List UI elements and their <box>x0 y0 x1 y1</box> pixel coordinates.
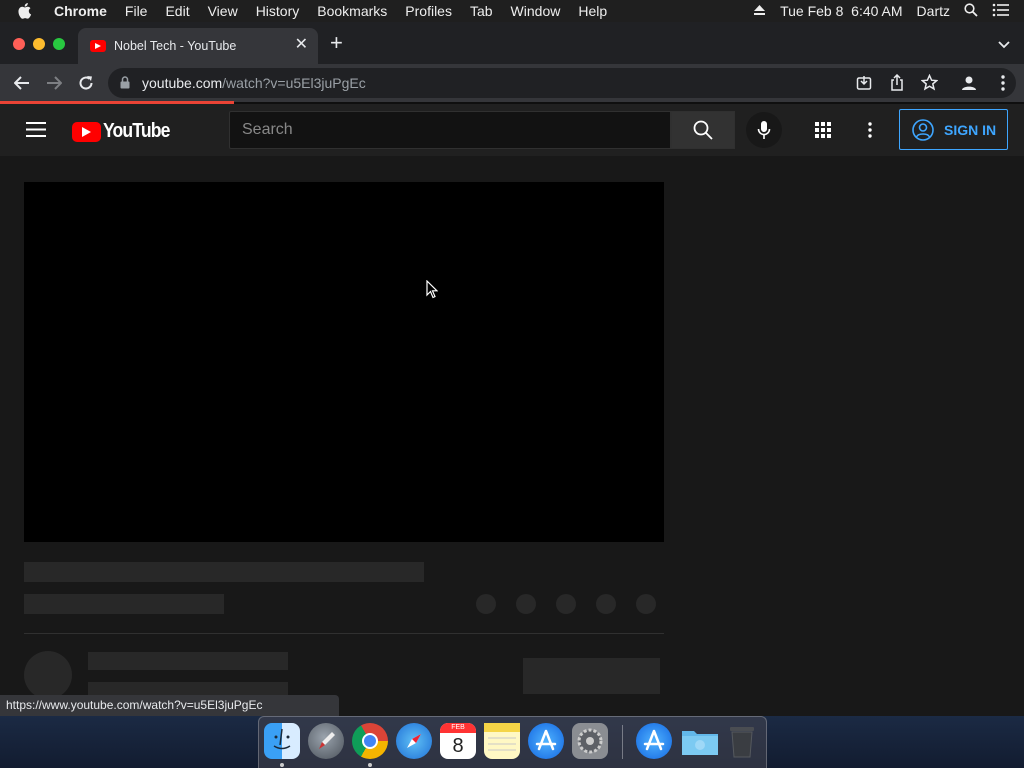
search-field-container <box>229 111 671 149</box>
tab-close-icon[interactable]: ✕ <box>295 37 308 53</box>
youtube-logo-icon <box>72 121 101 142</box>
menu-profiles[interactable]: Profiles <box>405 3 452 19</box>
url-host: youtube.com <box>142 75 223 91</box>
address-url: youtube.com/watch?v=u5El3juPgEc <box>142 75 366 91</box>
app-store-icon[interactable] <box>528 723 564 759</box>
menu-bookmarks[interactable]: Bookmarks <box>317 3 387 19</box>
mouse-cursor-icon <box>426 279 439 304</box>
search-button[interactable] <box>671 111 735 149</box>
browser-tab-strip: Nobel Tech - YouTube ✕ + <box>0 22 1024 64</box>
microphone-icon <box>757 120 771 140</box>
mac-menubar: Chrome File Edit View History Bookmarks … <box>0 0 1024 22</box>
youtube-page: YouTube SIGN IN <box>0 104 1024 716</box>
safari-icon[interactable] <box>396 723 432 759</box>
tab-title: Nobel Tech - YouTube <box>114 39 237 53</box>
voice-search-button[interactable] <box>746 112 782 148</box>
menu-edit[interactable]: Edit <box>165 3 189 19</box>
title-placeholder <box>24 562 424 582</box>
dock: FEB 8 <box>258 716 767 768</box>
sign-in-button[interactable]: SIGN IN <box>899 109 1008 150</box>
spotlight-search-icon[interactable] <box>964 2 978 20</box>
menu-help[interactable]: Help <box>578 3 607 19</box>
calendar-month: FEB <box>440 723 476 733</box>
calendar-day: 8 <box>452 735 464 757</box>
back-arrow-icon[interactable] <box>12 73 32 93</box>
youtube-logo-text: YouTube <box>103 120 170 142</box>
new-tab-plus-icon[interactable]: + <box>330 32 343 54</box>
finder-icon[interactable] <box>264 723 300 759</box>
youtube-header: YouTube SIGN IN <box>0 104 1024 156</box>
subscribers-placeholder <box>88 682 288 696</box>
subscribe-button-placeholder <box>523 658 660 694</box>
chrome-menu-icon[interactable] <box>993 73 1013 93</box>
link-status-bubble: https://www.youtube.com/watch?v=u5El3juP… <box>0 695 339 716</box>
menu-tab[interactable]: Tab <box>470 3 493 19</box>
downloads-folder-icon[interactable] <box>680 723 718 759</box>
maximize-window-button[interactable] <box>53 38 65 50</box>
menu-window[interactable]: Window <box>511 3 561 19</box>
apps-grid-icon[interactable] <box>815 122 831 143</box>
action-placeholder <box>636 594 656 614</box>
menu-app-name[interactable]: Chrome <box>54 3 107 19</box>
youtube-favicon-icon <box>90 40 106 52</box>
system-preferences-icon[interactable] <box>572 723 608 759</box>
app-store-downloads-icon[interactable] <box>636 723 672 759</box>
menu-file[interactable]: File <box>125 3 148 19</box>
menu-history[interactable]: History <box>256 3 300 19</box>
running-indicator <box>368 763 372 767</box>
apple-menu-icon[interactable] <box>18 3 32 19</box>
trash-icon[interactable] <box>726 723 762 759</box>
youtube-logo[interactable]: YouTube <box>72 120 179 143</box>
calendar-icon[interactable]: FEB 8 <box>440 723 476 759</box>
close-window-button[interactable] <box>13 38 25 50</box>
lock-icon[interactable] <box>120 76 130 94</box>
launchpad-icon[interactable] <box>308 723 344 759</box>
minimize-window-button[interactable] <box>33 38 45 50</box>
share-icon[interactable] <box>890 73 904 96</box>
eject-icon[interactable] <box>753 3 766 19</box>
bookmark-star-icon[interactable] <box>920 73 939 96</box>
search-icon <box>693 120 713 140</box>
chrome-icon[interactable] <box>352 723 388 759</box>
search-input[interactable] <box>230 112 670 148</box>
url-path: /watch?v=u5El3juPgEc <box>222 75 366 91</box>
account-circle-icon <box>912 118 934 141</box>
action-placeholder <box>516 594 536 614</box>
control-center-icon[interactable] <box>992 3 1010 20</box>
profile-avatar-icon[interactable] <box>959 73 979 93</box>
browser-toolbar: youtube.com/watch?v=u5El3juPgEc <box>0 64 1024 102</box>
video-player[interactable] <box>24 182 664 542</box>
install-app-icon[interactable] <box>856 75 872 96</box>
sign-in-label: SIGN IN <box>944 121 997 138</box>
tab-search-chevron-icon[interactable] <box>998 36 1010 54</box>
divider <box>24 633 664 634</box>
settings-more-icon[interactable] <box>868 122 872 143</box>
menu-view[interactable]: View <box>208 3 238 19</box>
notes-icon[interactable] <box>484 723 520 759</box>
action-placeholder <box>556 594 576 614</box>
running-indicator <box>280 763 284 767</box>
hamburger-menu-icon[interactable] <box>26 122 46 142</box>
forward-arrow-icon[interactable] <box>44 73 64 93</box>
address-bar[interactable]: youtube.com/watch?v=u5El3juPgEc <box>108 68 1016 98</box>
browser-tab-active[interactable]: Nobel Tech - YouTube ✕ <box>78 28 318 64</box>
menubar-datetime[interactable]: Tue Feb 8 6:40 AM <box>780 3 902 19</box>
channel-name-placeholder <box>88 652 288 670</box>
menubar-user[interactable]: Dartz <box>917 3 950 19</box>
action-placeholder <box>476 594 496 614</box>
channel-avatar-placeholder <box>24 651 72 699</box>
action-placeholder <box>596 594 616 614</box>
views-placeholder <box>24 594 224 614</box>
reload-icon[interactable] <box>76 73 96 93</box>
dock-divider <box>622 725 623 759</box>
